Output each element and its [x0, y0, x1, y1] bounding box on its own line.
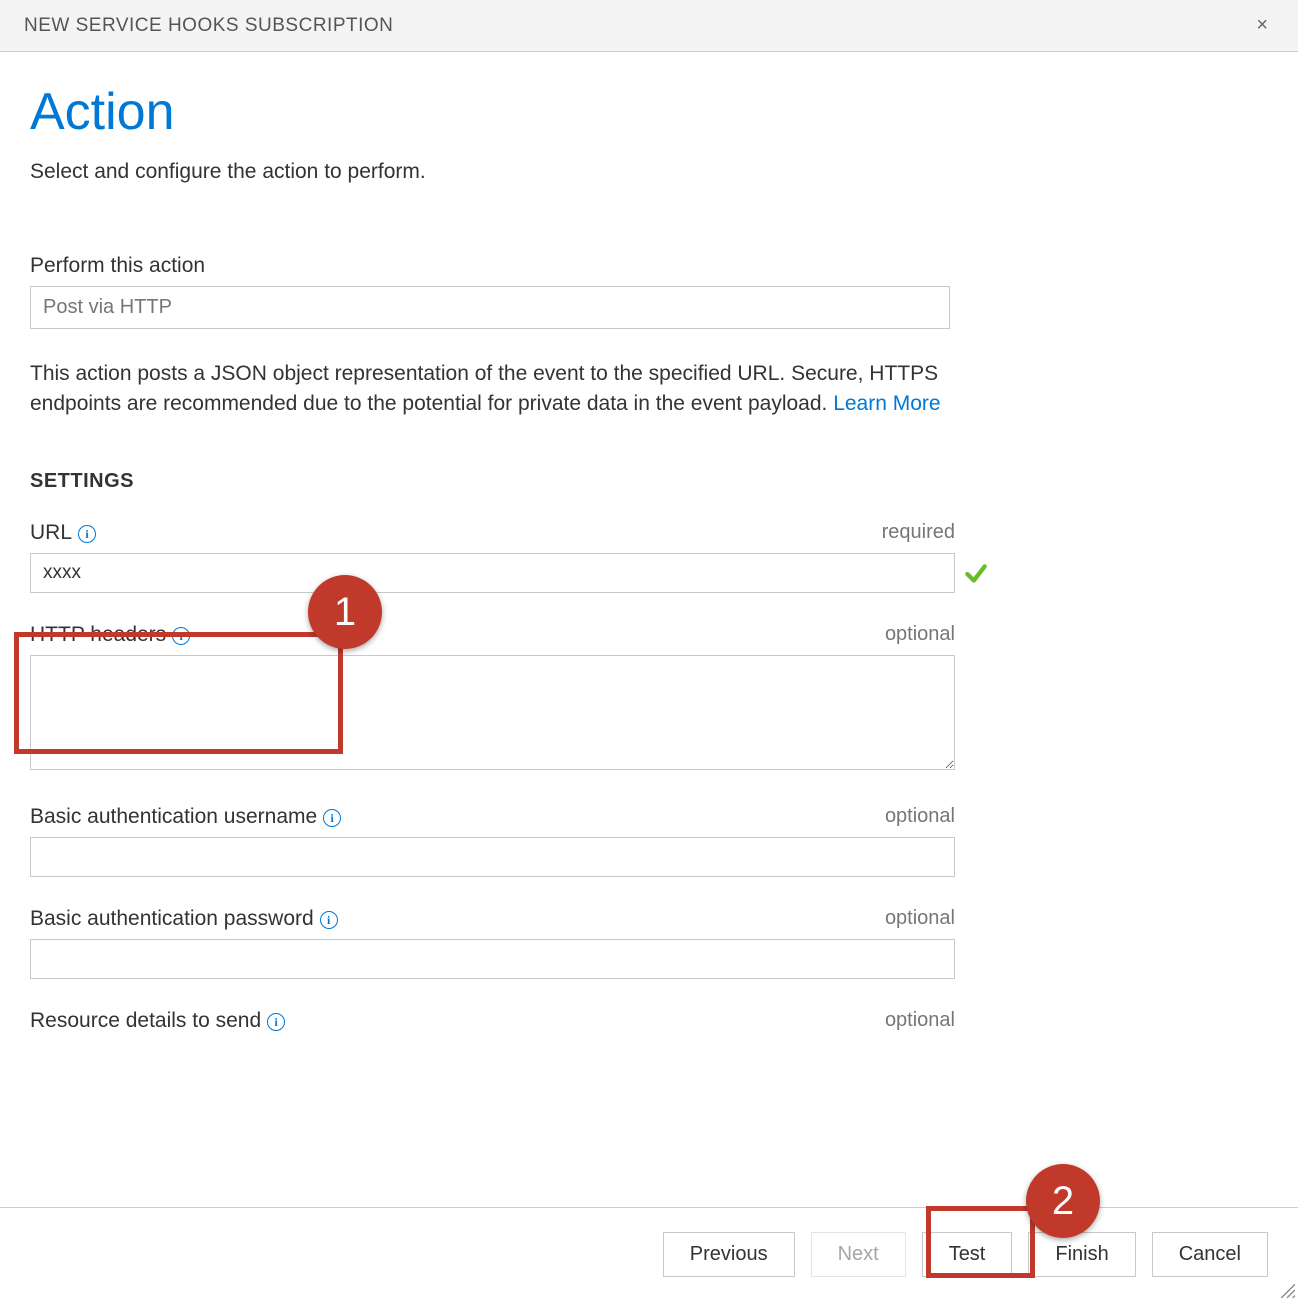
http-headers-label-row: HTTP headers i optional: [30, 623, 955, 647]
resize-grip-icon[interactable]: [1278, 1281, 1296, 1299]
http-headers-input[interactable]: [30, 655, 955, 770]
url-label-text: URL: [30, 521, 72, 545]
dialog-body[interactable]: Action Select and configure the action t…: [0, 52, 1298, 1207]
basic-user-label-text: Basic authentication username: [30, 805, 317, 829]
finish-button[interactable]: Finish: [1028, 1232, 1135, 1277]
settings-heading: SETTINGS: [30, 470, 1268, 493]
info-icon[interactable]: i: [323, 809, 341, 827]
resource-details-hint: optional: [885, 1009, 955, 1032]
perform-action-select[interactable]: Post via HTTP: [30, 286, 950, 329]
previous-button[interactable]: Previous: [663, 1232, 795, 1277]
basic-user-input[interactable]: [30, 837, 955, 877]
dialog-footer: Previous Next Test Finish Cancel: [0, 1207, 1298, 1301]
next-button: Next: [811, 1232, 906, 1277]
cancel-button[interactable]: Cancel: [1152, 1232, 1268, 1277]
action-description: This action posts a JSON object represen…: [30, 359, 960, 420]
basic-user-hint: optional: [885, 805, 955, 828]
test-button[interactable]: Test: [922, 1232, 1013, 1277]
basic-pass-label-row: Basic authentication password i optional: [30, 907, 955, 931]
http-headers-label-text: HTTP headers: [30, 623, 166, 647]
basic-pass-label: Basic authentication password i: [30, 907, 338, 931]
resource-details-label-text: Resource details to send: [30, 1009, 261, 1033]
info-icon[interactable]: i: [172, 627, 190, 645]
resource-details-label-row: Resource details to send i optional: [30, 1009, 955, 1033]
resource-details-label: Resource details to send i: [30, 1009, 285, 1033]
basic-pass-field-block: Basic authentication password i optional: [30, 907, 955, 979]
http-headers-label: HTTP headers i: [30, 623, 190, 647]
page-subtitle: Select and configure the action to perfo…: [30, 160, 1268, 184]
learn-more-link[interactable]: Learn More: [833, 392, 940, 415]
url-hint: required: [882, 521, 955, 544]
page-title: Action: [30, 82, 1268, 142]
resource-details-field-block: Resource details to send i optional: [30, 1009, 955, 1033]
dialog-header: NEW SERVICE HOOKS SUBSCRIPTION ×: [0, 0, 1298, 52]
checkmark-icon: [963, 561, 989, 587]
info-icon[interactable]: i: [78, 525, 96, 543]
basic-pass-hint: optional: [885, 907, 955, 930]
basic-user-field-block: Basic authentication username i optional: [30, 805, 955, 877]
http-headers-field-block: HTTP headers i optional: [30, 623, 955, 775]
basic-pass-label-text: Basic authentication password: [30, 907, 314, 931]
basic-pass-input[interactable]: [30, 939, 955, 979]
dialog-title: NEW SERVICE HOOKS SUBSCRIPTION: [24, 15, 393, 37]
service-hooks-dialog: NEW SERVICE HOOKS SUBSCRIPTION × Action …: [0, 0, 1298, 1301]
url-label: URL i: [30, 521, 96, 545]
info-icon[interactable]: i: [320, 911, 338, 929]
basic-user-label-row: Basic authentication username i optional: [30, 805, 955, 829]
url-field-block: URL i required: [30, 521, 955, 593]
perform-action-label: Perform this action: [30, 254, 1268, 278]
url-input[interactable]: [30, 553, 955, 593]
basic-user-label: Basic authentication username i: [30, 805, 341, 829]
http-headers-hint: optional: [885, 623, 955, 646]
close-icon[interactable]: ×: [1250, 14, 1274, 37]
url-label-row: URL i required: [30, 521, 955, 545]
info-icon[interactable]: i: [267, 1013, 285, 1031]
action-description-text: This action posts a JSON object represen…: [30, 362, 938, 415]
